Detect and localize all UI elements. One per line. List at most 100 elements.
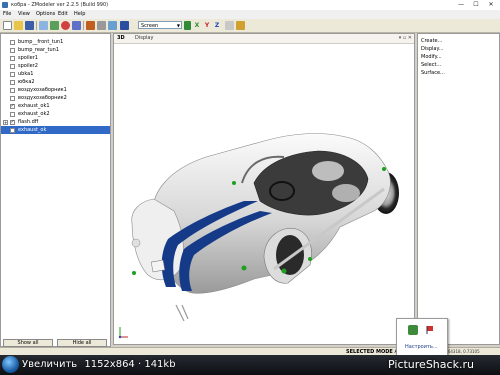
tree-item-label: ubka1 <box>18 71 34 77</box>
export-icon[interactable] <box>50 21 59 30</box>
blue-triangle-icon[interactable] <box>120 21 129 30</box>
menu-bar: File View Options Edit Help <box>0 10 500 19</box>
tree-item-label: bump_rear_tun1 <box>18 47 60 53</box>
delete-icon[interactable] <box>61 21 70 30</box>
window-title: кобра - ZModeler ver 2.2.5 (Build 990) <box>11 2 109 8</box>
tree-item[interactable]: spoiler1 <box>1 54 110 62</box>
axis-y-button[interactable]: Y <box>203 21 211 30</box>
tree-item[interactable]: spoiler2 <box>1 62 110 70</box>
helper-marker <box>232 181 236 185</box>
visibility-checkbox[interactable] <box>10 71 15 77</box>
front-wheel <box>276 235 304 275</box>
axis-lock-icon[interactable] <box>184 21 191 30</box>
viewport-title: Display <box>135 35 154 41</box>
visibility-checkbox[interactable] <box>10 79 15 85</box>
seat <box>332 184 360 202</box>
tree-item-label: exhaust_ok1 <box>18 103 50 109</box>
menu-file[interactable]: File <box>3 10 11 19</box>
snap-icon[interactable] <box>225 21 234 30</box>
visibility-checkbox[interactable] <box>10 39 15 45</box>
tree-item[interactable]: ubka1 <box>1 70 110 78</box>
tree-item-label: exhaust_ok <box>18 127 47 133</box>
close-button[interactable]: ✕ <box>484 0 498 9</box>
expand-icon[interactable]: + <box>3 119 8 125</box>
lock-icon[interactable] <box>236 21 245 30</box>
object-tree-panel: bump__front_tun1 bump_rear_tun1 spoiler1 sp… <box>0 33 111 347</box>
network-icon[interactable] <box>408 325 418 335</box>
menu-view[interactable]: View <box>18 10 30 19</box>
axis-x-button[interactable]: X <box>193 21 201 30</box>
visibility-checkbox[interactable] <box>10 111 15 117</box>
headlight <box>131 238 141 248</box>
visibility-checkbox[interactable] <box>10 87 15 93</box>
save-icon[interactable] <box>25 21 34 30</box>
helper-marker <box>382 167 386 171</box>
license-plate <box>150 259 166 273</box>
viewport-window-controls[interactable]: ▾ ▫ ✕ <box>399 35 412 42</box>
visibility-checkbox[interactable] <box>10 63 15 69</box>
customize-link[interactable]: Настроить... <box>405 344 438 350</box>
coordinate-space-select[interactable]: Screen ▼ <box>138 21 182 29</box>
z-axis-gizmo <box>118 335 122 339</box>
toolbar-separator <box>36 21 37 30</box>
tree-item-label: bump__front_tun1 <box>18 39 64 45</box>
open-folder-icon[interactable] <box>14 21 23 30</box>
surface-command[interactable]: Surface... <box>421 69 445 77</box>
tree-item-label: spoiler2 <box>18 63 38 69</box>
visibility-checkbox[interactable] <box>10 55 15 61</box>
flag-icon[interactable] <box>426 325 435 334</box>
viewport-mode-label[interactable]: 3D <box>117 34 125 43</box>
tree-item[interactable]: exhaust_ok1 <box>1 102 110 110</box>
visibility-checkbox[interactable] <box>10 102 15 110</box>
tree-item[interactable]: воздухозаборник2 <box>1 94 110 102</box>
show-all-button[interactable]: Show all <box>3 339 53 347</box>
tree-item[interactable]: exhaust_ok <box>1 126 110 134</box>
front-bumper-detail <box>175 304 189 322</box>
select-command[interactable]: Select... <box>421 61 441 69</box>
visibility-checkbox[interactable] <box>10 47 15 53</box>
tree-item-label: exhaust_ok2 <box>18 111 50 117</box>
maximize-button[interactable]: ☐ <box>469 0 483 9</box>
car-model-render <box>118 133 399 339</box>
visibility-checkbox[interactable] <box>10 95 15 101</box>
axis-z-button[interactable]: Z <box>213 21 221 30</box>
minimize-button[interactable]: — <box>454 0 468 9</box>
chevron-down-icon: ▼ <box>176 23 180 28</box>
helper-marker <box>308 257 312 261</box>
modify-command[interactable]: Modify... <box>421 53 442 61</box>
menu-options[interactable]: Options <box>36 10 55 19</box>
image-info: 1152x864 · 141kb <box>84 359 176 370</box>
move-icon[interactable] <box>108 21 117 30</box>
render-icon[interactable] <box>86 21 95 30</box>
undo-icon[interactable] <box>72 21 81 30</box>
tray-popup: Настроить... <box>396 318 448 358</box>
menu-edit[interactable]: Edit <box>58 10 68 19</box>
tree-item-label: flash.dff <box>18 119 39 125</box>
tree-item[interactable]: bump_rear_tun1 <box>1 46 110 54</box>
new-file-icon[interactable] <box>3 21 12 30</box>
helper-marker <box>241 265 247 271</box>
display-command[interactable]: Display... <box>421 45 444 53</box>
import-icon[interactable] <box>39 21 48 30</box>
toolbar-separator <box>83 21 84 30</box>
tree-item[interactable]: + flash.dff <box>1 118 110 126</box>
taskbar: Увеличить 1152x864 · 141kb PictureShack.… <box>0 355 500 375</box>
visibility-checkbox[interactable] <box>10 118 15 126</box>
tree-item[interactable]: воздухозаборник1 <box>1 86 110 94</box>
image-overlay-text: Увеличить 1152x864 · 141kb <box>22 356 176 374</box>
create-command[interactable]: Create... <box>421 37 442 45</box>
app-icon <box>2 2 8 8</box>
helper-marker <box>132 271 136 275</box>
tree-item[interactable]: exhaust_ok2 <box>1 110 110 118</box>
hide-all-button[interactable]: Hide all <box>57 339 107 347</box>
coordinate-space-value: Screen <box>141 23 159 29</box>
tree-item[interactable]: юбка2 <box>1 78 110 86</box>
3d-viewport[interactable]: 3D Display ▾ ▫ ✕ <box>113 33 415 345</box>
cursor-icon[interactable] <box>97 21 106 30</box>
menu-help[interactable]: Help <box>74 10 85 19</box>
start-button-icon[interactable] <box>2 356 19 373</box>
command-panel: Create... Display... Modify... Select...… <box>417 33 500 345</box>
visibility-checkbox[interactable] <box>10 127 15 133</box>
tree-item[interactable]: bump__front_tun1 <box>1 38 110 46</box>
tree-item-label: воздухозаборник1 <box>18 87 67 93</box>
